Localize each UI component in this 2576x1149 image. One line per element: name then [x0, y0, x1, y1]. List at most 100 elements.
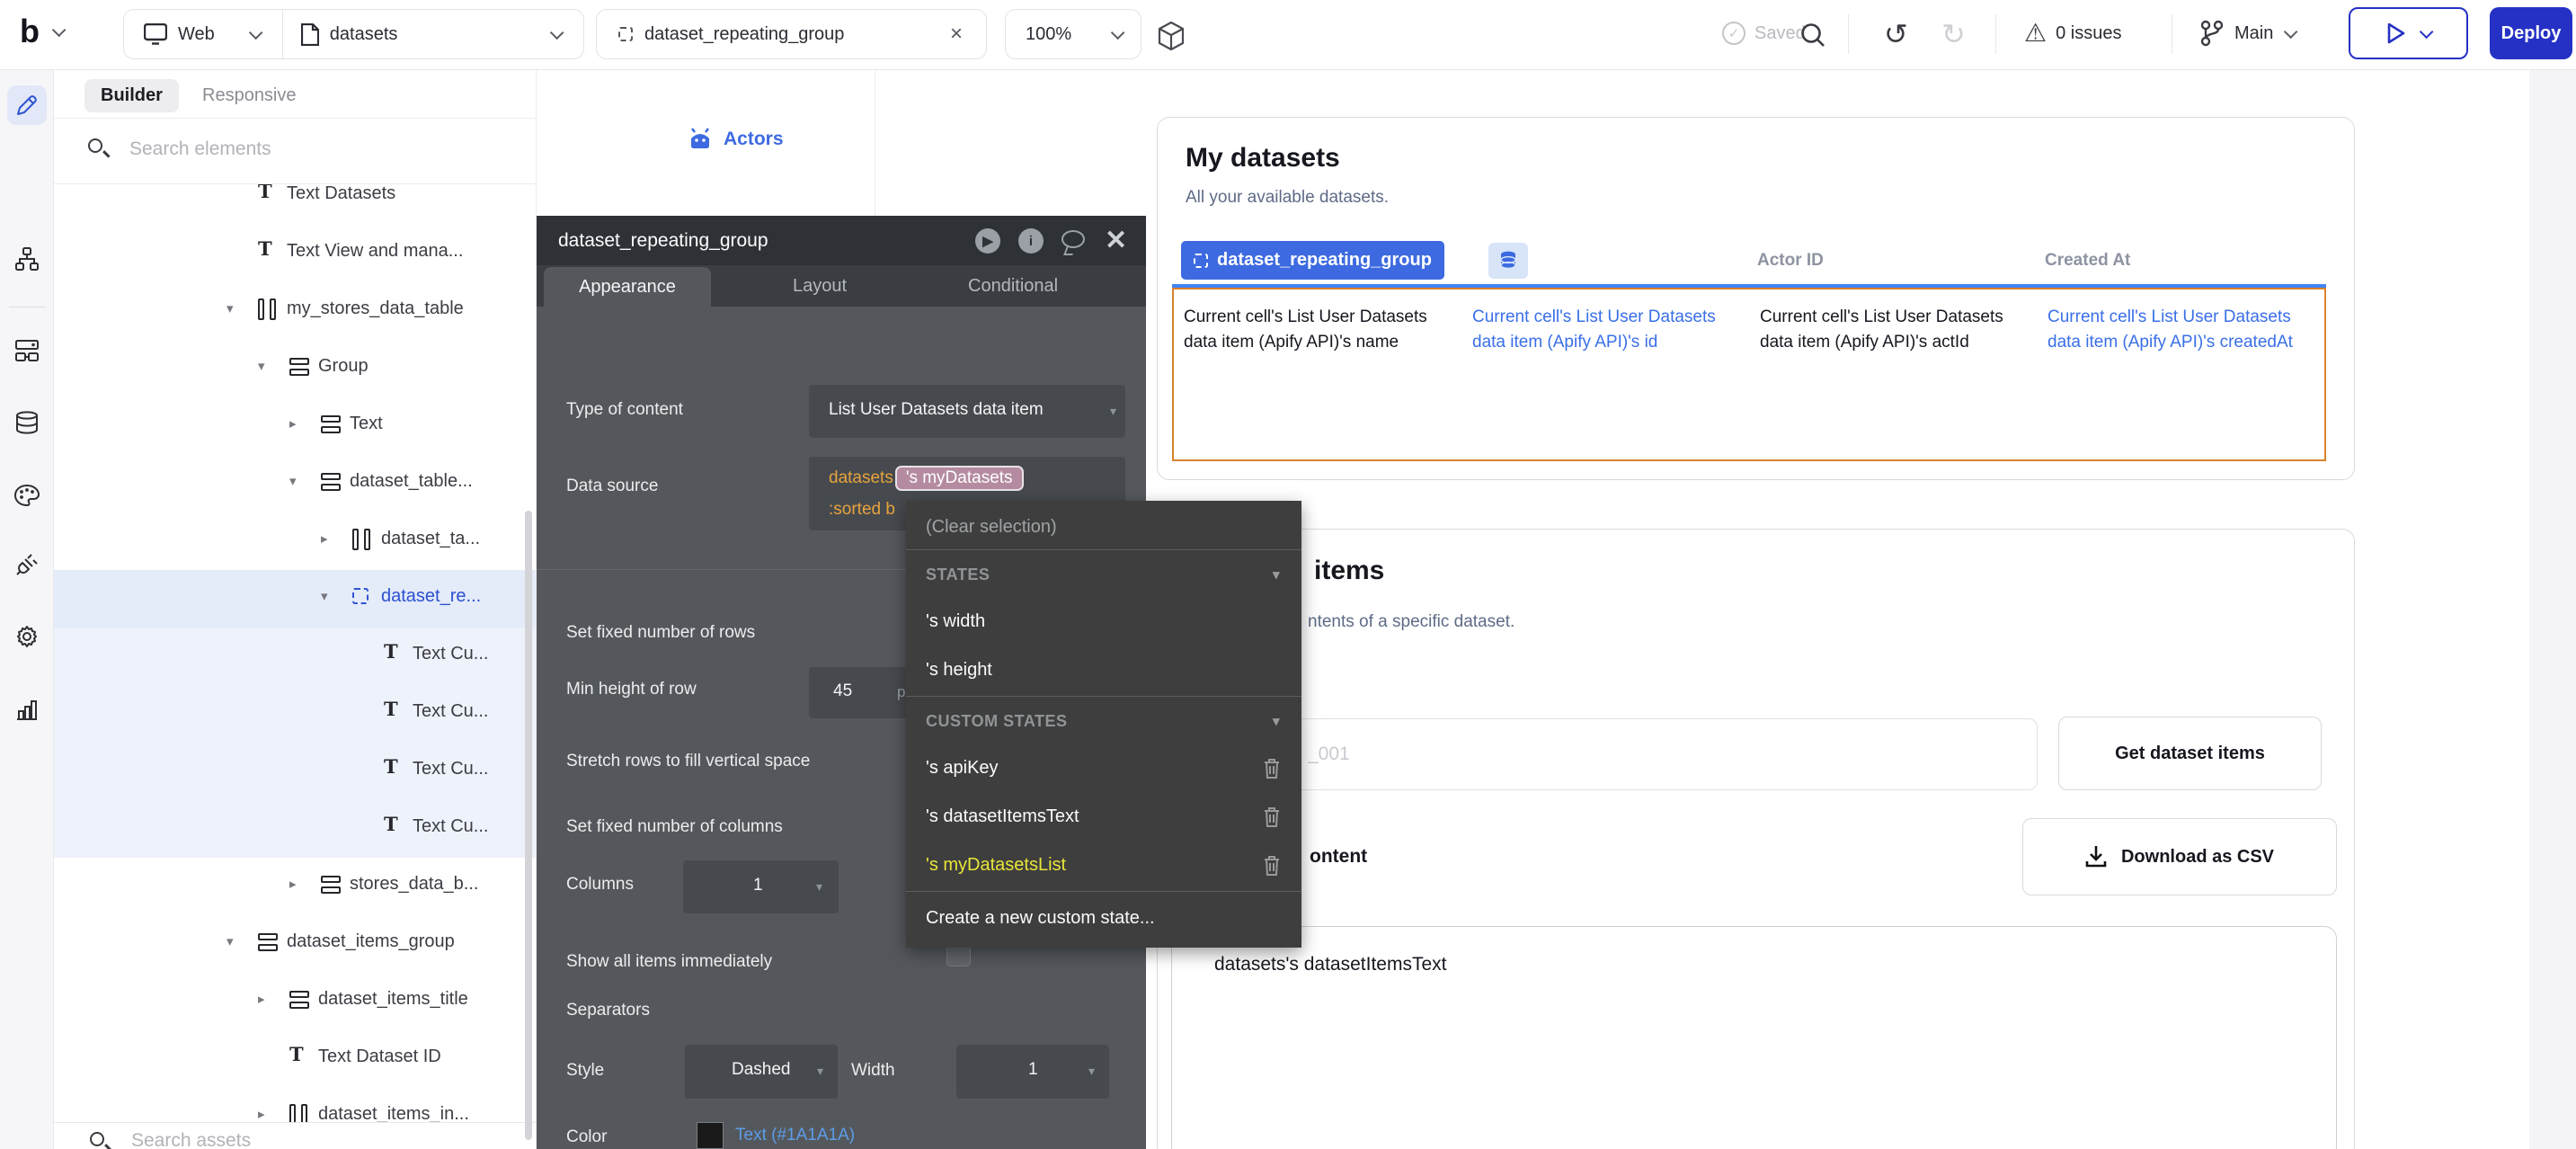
dropdown-item[interactable]: Create a new custom state...	[906, 894, 1301, 942]
page-selector[interactable]: datasets	[330, 24, 398, 45]
info-icon[interactable]: i	[1018, 228, 1044, 254]
rail-settings-gear-icon[interactable]	[7, 617, 47, 656]
caret-right-icon[interactable]: ▸	[321, 530, 328, 547]
tab-appearance[interactable]: Appearance	[544, 267, 711, 307]
rail-data-database-icon[interactable]	[7, 403, 47, 442]
rail-components-icon[interactable]	[7, 331, 47, 370]
caret-down-icon[interactable]: ▾	[289, 473, 297, 489]
tree-item[interactable]: ▸Text	[54, 397, 536, 455]
comment-icon[interactable]	[1061, 230, 1085, 248]
tab-builder[interactable]: Builder	[84, 79, 179, 112]
bubble-logo[interactable]: b	[20, 13, 62, 50]
width-select[interactable]: 1 ▾	[956, 1045, 1109, 1099]
caret-right-icon[interactable]: ▸	[258, 1106, 265, 1122]
tree-item[interactable]: ▾my_stores_data_table	[54, 282, 536, 340]
tree-item[interactable]: TText Cu...	[54, 685, 536, 743]
database-badge[interactable]	[1488, 243, 1528, 279]
run-icon[interactable]: ▶	[975, 228, 1000, 254]
chevron-down-icon[interactable]	[550, 25, 564, 40]
tree-item-label: Text Datasets	[287, 184, 395, 204]
trash-icon[interactable]	[1262, 854, 1282, 877]
type-of-content-select[interactable]: List User Datasets data item ▾	[809, 385, 1125, 438]
actors-nav-item[interactable]: Actors	[688, 128, 784, 151]
tree-item[interactable]: ▾dataset_items_group	[54, 915, 536, 973]
dropdown-item[interactable]: (Clear selection)	[906, 506, 1301, 548]
tree-item[interactable]: ▸dataset_ta...	[54, 512, 536, 570]
style-select[interactable]: Dashed ▾	[685, 1045, 838, 1099]
rail-styles-palette-icon[interactable]	[7, 476, 47, 515]
tree-item[interactable]: ▾ Group	[54, 340, 536, 397]
dropdown-item[interactable]: 's width	[906, 597, 1301, 646]
color-swatch[interactable]	[697, 1122, 724, 1149]
tree-item[interactable]: ▸dataset_items_in...	[54, 1088, 536, 1122]
rail-plugins-plug-icon[interactable]	[7, 545, 47, 584]
issues-indicator[interactable]: ⚠ 0 issues	[2024, 20, 2121, 47]
close-icon[interactable]: ×	[950, 22, 963, 47]
tree-item[interactable]: ▸dataset_items_title	[54, 973, 536, 1030]
platform-selector[interactable]: Web	[178, 24, 215, 45]
assets-search-bar[interactable]: Search assets	[54, 1122, 536, 1149]
repeating-group-icon	[618, 27, 633, 41]
caret-down-icon[interactable]: ▾	[258, 358, 265, 374]
caret-down-icon[interactable]: ▾	[1273, 566, 1280, 583]
trash-icon[interactable]	[1262, 757, 1282, 780]
redo-icon[interactable]: ↻	[1941, 20, 1966, 49]
search-assets-input[interactable]: Search assets	[131, 1130, 251, 1149]
set-fixed-rows-label: Set fixed number of rows	[566, 623, 755, 643]
tab-conditional[interactable]: Conditional	[968, 276, 1058, 297]
tree-item-label: dataset_re...	[381, 586, 481, 607]
dataset-content-box[interactable]: datasets's datasetItemsText	[1171, 926, 2337, 1149]
dataset-id-input[interactable]	[1213, 718, 2038, 790]
tree-scrollbar[interactable]	[525, 511, 532, 1140]
undo-icon[interactable]: ↺	[1884, 20, 1908, 49]
tree-item[interactable]: ▾ dataset_re...	[54, 570, 536, 628]
deploy-button[interactable]: Deploy	[2490, 7, 2572, 59]
dropdown-item[interactable]: 's myDatasetsList	[906, 841, 1301, 889]
chevron-down-icon	[2420, 24, 2434, 39]
tab-layout[interactable]: Layout	[793, 276, 847, 297]
selected-expression-token[interactable]: 's myDatasets	[895, 466, 1024, 491]
selected-element-badge[interactable]: dataset_repeating_group	[1181, 241, 1444, 280]
preview-button[interactable]	[2349, 7, 2468, 59]
caret-right-icon[interactable]: ▸	[258, 991, 265, 1007]
tab-responsive[interactable]: Responsive	[202, 85, 297, 106]
caret-right-icon[interactable]: ▸	[289, 415, 297, 432]
tree-item[interactable]: TText Cu...	[54, 743, 536, 800]
group-rows-icon	[321, 415, 341, 433]
rail-logs-chart-icon[interactable]	[7, 690, 47, 729]
dropdown-item[interactable]: 's height	[906, 646, 1301, 694]
tree-item[interactable]: TText Datasets	[54, 184, 536, 225]
close-icon[interactable]: ✕	[1105, 225, 1127, 256]
group-rows-icon	[258, 933, 278, 951]
download-csv-button[interactable]: Download as CSV	[2022, 818, 2337, 895]
tree-item[interactable]: TText Cu...	[54, 800, 536, 858]
search-icon[interactable]	[1799, 22, 1826, 49]
caret-down-icon[interactable]: ▾	[1273, 713, 1280, 729]
dropdown-item[interactable]: 's apiKey	[906, 744, 1301, 792]
branch-selector[interactable]: Main	[2200, 20, 2294, 47]
dropdown-item[interactable]: 's datasetItemsText	[906, 792, 1301, 841]
get-dataset-items-button[interactable]: Get dataset items	[2058, 717, 2322, 790]
component-cube-icon[interactable]	[1158, 22, 1185, 50]
caret-down-icon[interactable]: ▾	[227, 300, 234, 316]
tree-item[interactable]: ▸stores_data_b...	[54, 858, 536, 915]
trash-icon[interactable]	[1262, 806, 1282, 829]
caret-down-icon[interactable]: ▾	[321, 588, 328, 604]
tree-item-label: Group	[318, 356, 369, 377]
caret-right-icon[interactable]: ▸	[289, 876, 297, 892]
tree-item[interactable]: TText Cu...	[54, 628, 536, 685]
rail-design-pencil-icon[interactable]	[7, 85, 47, 125]
tree-item[interactable]: TText View and mana...	[54, 225, 536, 282]
columns-select[interactable]: 1 ▾	[683, 860, 839, 913]
color-value-link[interactable]: Text (#1A1A1A)	[735, 1126, 855, 1145]
dropdown-divider	[906, 696, 1301, 697]
search-icon	[88, 138, 102, 153]
search-elements-input[interactable]: Search elements	[129, 138, 271, 160]
zoom-selector[interactable]: 100%	[1005, 9, 1141, 59]
tree-item[interactable]: TText Dataset ID	[54, 1030, 536, 1088]
caret-down-icon[interactable]: ▾	[227, 933, 234, 949]
element-tab[interactable]: dataset_repeating_group ×	[596, 9, 987, 59]
chevron-down-icon[interactable]	[249, 25, 263, 40]
rail-workflow-sitemap-icon[interactable]	[7, 239, 47, 279]
tree-item[interactable]: ▾dataset_table...	[54, 455, 536, 512]
